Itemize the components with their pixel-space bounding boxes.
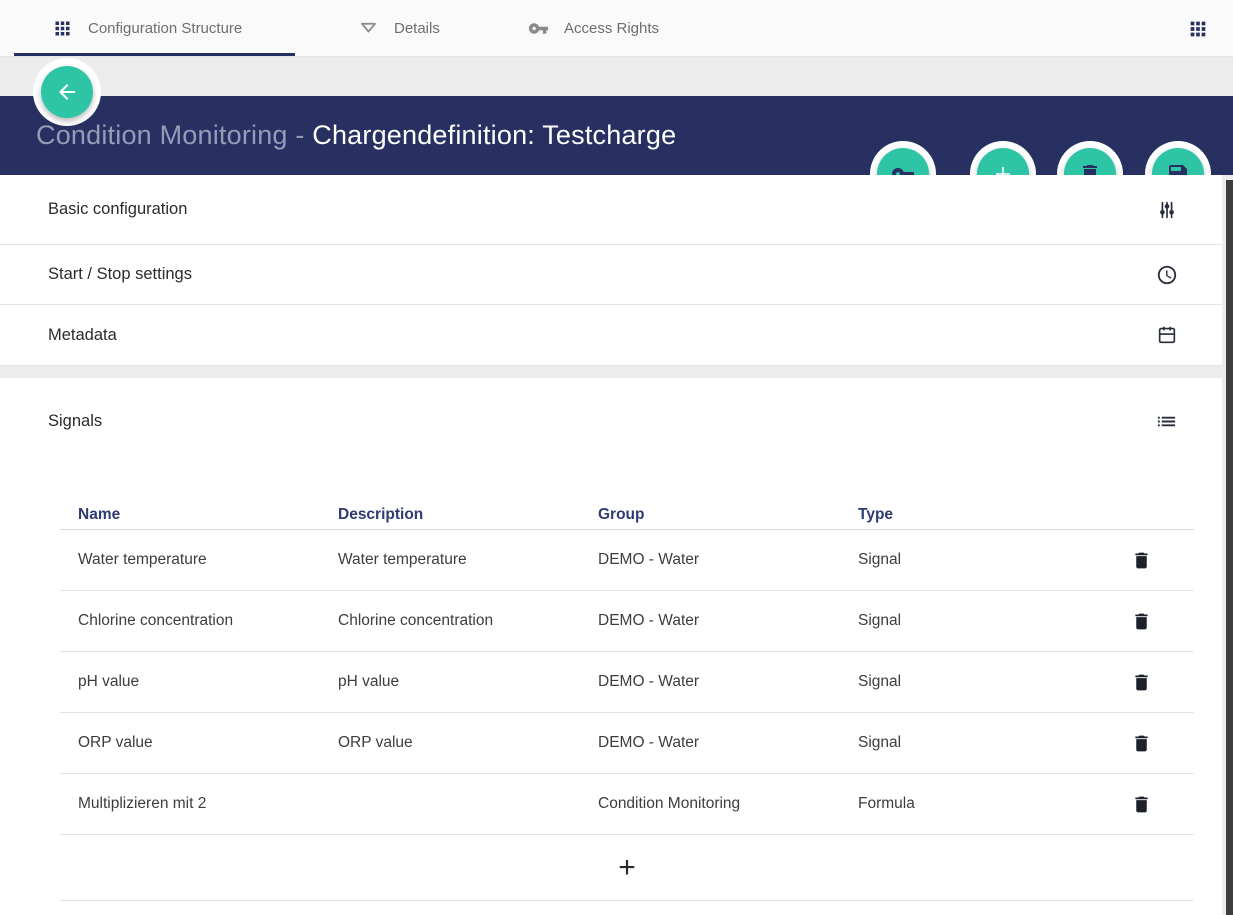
vertical-scrollbar[interactable] xyxy=(1226,180,1233,915)
calendar-icon xyxy=(1156,324,1178,346)
list-icon[interactable] xyxy=(1155,410,1178,433)
filter-icon xyxy=(358,18,379,39)
signals-title: Signals xyxy=(48,412,102,431)
configuration-sections: Basic configuration Start / Stop setting… xyxy=(0,175,1222,366)
section-basic-configuration[interactable]: Basic configuration xyxy=(0,175,1222,245)
table-row[interactable]: pH value pH value DEMO - Water Signal xyxy=(60,652,1194,713)
cell-description: Water temperature xyxy=(338,551,598,569)
signals-header: Signals xyxy=(0,378,1222,433)
tab-label: Access Rights xyxy=(564,20,659,37)
column-header-group: Group xyxy=(598,506,858,524)
cell-name: Multiplizieren mit 2 xyxy=(78,795,338,813)
trash-icon xyxy=(1131,550,1152,571)
tab-configuration-structure[interactable]: Configuration Structure xyxy=(52,0,242,57)
cell-name: Water temperature xyxy=(78,551,338,569)
cell-group: DEMO - Water xyxy=(598,551,858,569)
page-title-prefix: Condition Monitoring - xyxy=(36,120,312,150)
cell-type: Signal xyxy=(858,673,1088,691)
table-header-row: Name Description Group Type xyxy=(60,500,1194,530)
trash-icon xyxy=(1131,733,1152,754)
cell-type: Signal xyxy=(858,551,1088,569)
apps-grid-icon[interactable] xyxy=(1187,18,1209,40)
cell-name: pH value xyxy=(78,673,338,691)
table-row[interactable]: ORP value ORP value DEMO - Water Signal xyxy=(60,713,1194,774)
section-label: Metadata xyxy=(48,326,117,345)
tab-label: Details xyxy=(394,20,440,37)
column-header-name: Name xyxy=(78,506,338,524)
tab-access-rights[interactable]: Access Rights xyxy=(528,0,659,57)
column-header-type: Type xyxy=(858,506,1088,524)
page-title: Condition Monitoring - Chargendefinition… xyxy=(36,120,676,151)
page-title-emphasis: Chargendefinition: Testcharge xyxy=(312,120,676,150)
section-label: Basic configuration xyxy=(48,200,187,219)
arrow-left-icon xyxy=(55,80,79,104)
row-delete-button[interactable] xyxy=(1124,604,1158,638)
cell-type: Formula xyxy=(858,795,1088,813)
trash-icon xyxy=(1131,611,1152,632)
active-tab-indicator xyxy=(14,53,295,56)
clock-icon xyxy=(1156,264,1178,286)
tab-label: Configuration Structure xyxy=(88,20,242,37)
key-icon xyxy=(528,18,549,39)
cell-description: pH value xyxy=(338,673,598,691)
trash-icon xyxy=(1131,794,1152,815)
section-label: Start / Stop settings xyxy=(48,265,192,284)
row-delete-button[interactable] xyxy=(1124,787,1158,821)
cell-description: Chlorine concentration xyxy=(338,612,598,630)
section-metadata[interactable]: Metadata xyxy=(0,305,1222,366)
add-signal-button[interactable]: + xyxy=(618,853,636,883)
tab-details[interactable]: Details xyxy=(358,0,440,57)
signals-table: Name Description Group Type Water temper… xyxy=(60,500,1194,901)
page-header: Condition Monitoring - Chargendefinition… xyxy=(0,96,1233,175)
table-row[interactable]: Water temperature Water temperature DEMO… xyxy=(60,530,1194,591)
cell-name: ORP value xyxy=(78,734,338,752)
table-row[interactable]: Multiplizieren mit 2 Condition Monitorin… xyxy=(60,774,1194,835)
signals-card: Signals Name Description Group Type Wate… xyxy=(0,378,1222,915)
cell-description: ORP value xyxy=(338,734,598,752)
top-tab-bar: Configuration Structure Details Access R… xyxy=(0,0,1233,57)
row-delete-button[interactable] xyxy=(1124,665,1158,699)
cell-type: Signal xyxy=(858,612,1088,630)
column-header-description: Description xyxy=(338,506,598,524)
cell-group: DEMO - Water xyxy=(598,612,858,630)
add-signal-row: + xyxy=(60,835,1194,901)
trash-icon xyxy=(1131,672,1152,693)
cell-type: Signal xyxy=(858,734,1088,752)
cell-group: DEMO - Water xyxy=(598,673,858,691)
back-button[interactable] xyxy=(41,66,93,118)
sliders-icon xyxy=(1156,199,1178,221)
cell-group: Condition Monitoring xyxy=(598,795,858,813)
row-delete-button[interactable] xyxy=(1124,543,1158,577)
row-delete-button[interactable] xyxy=(1124,726,1158,760)
table-row[interactable]: Chlorine concentration Chlorine concentr… xyxy=(60,591,1194,652)
cell-name: Chlorine concentration xyxy=(78,612,338,630)
grid-icon xyxy=(52,18,73,39)
cell-group: DEMO - Water xyxy=(598,734,858,752)
section-start-stop-settings[interactable]: Start / Stop settings xyxy=(0,245,1222,305)
